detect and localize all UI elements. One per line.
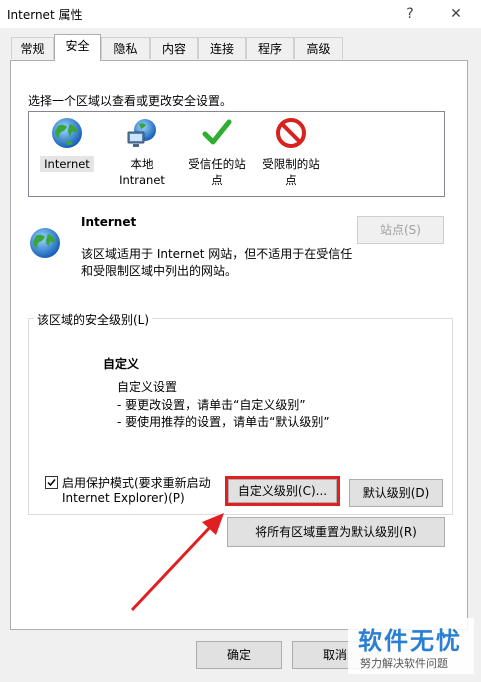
zone-description-line1: 该区域适用于 Internet 网站，但不适用于在受信任 — [81, 247, 353, 261]
local-intranet-icon — [127, 119, 156, 147]
zone-info-icon — [28, 226, 62, 263]
restricted-icon — [276, 118, 306, 148]
tab-general[interactable]: 常规 — [11, 37, 54, 59]
protected-mode-label-2[interactable]: Internet Explorer)(P) — [62, 491, 185, 505]
zone-local-intranet[interactable]: 本地 Intranet — [114, 116, 170, 188]
tab-content[interactable]: 内容 — [150, 37, 198, 59]
security-level-detail-1: 自定义设置 — [117, 380, 178, 394]
security-level-name: 自定义 — [103, 357, 140, 371]
close-button[interactable]: ✕ — [438, 3, 474, 25]
protected-mode-label-1[interactable]: 启用保护模式(要求重新启动 — [62, 474, 211, 491]
zone-local-intranet-label: 本地 Intranet — [119, 157, 165, 187]
tab-connections[interactable]: 连接 — [198, 37, 246, 59]
custom-level-button[interactable]: 自定义级别(C)... — [228, 479, 337, 503]
zone-internet[interactable]: Internet — [40, 116, 94, 172]
tab-advanced[interactable]: 高级 — [294, 37, 343, 59]
sites-button[interactable]: 站点(S) — [357, 216, 444, 244]
zone-prompt: 选择一个区域以查看或更改安全设置。 — [28, 94, 233, 108]
security-level-detail-2: - 要更改设置，请单击“自定义级别” — [117, 398, 306, 412]
watermark: 软件无忧 努力解决软件问题 — [348, 618, 474, 674]
globe-icon — [30, 228, 60, 258]
globe-icon — [52, 118, 82, 148]
tab-security[interactable]: 安全 — [54, 34, 101, 61]
zone-name: Internet — [81, 215, 137, 229]
trusted-check-icon — [202, 119, 232, 145]
protected-mode-checkbox[interactable] — [45, 476, 58, 489]
security-level-group-label: 该区域的安全级别(L) — [34, 311, 153, 328]
zone-restricted-sites-label: 受限制的站 点 — [262, 157, 320, 187]
close-icon: ✕ — [450, 6, 462, 22]
ok-button[interactable]: 确定 — [196, 641, 282, 669]
zone-restricted-sites[interactable]: 受限制的站 点 — [258, 116, 324, 188]
window-title: Internet 属性 — [7, 8, 83, 22]
tab-privacy[interactable]: 隐私 — [101, 37, 150, 59]
tab-programs[interactable]: 程序 — [246, 37, 294, 59]
default-level-button[interactable]: 默认级别(D) — [349, 479, 443, 507]
security-level-detail-3: - 要使用推荐的设置，请单击“默认级别” — [117, 415, 330, 429]
watermark-brand: 软件无忧 — [358, 627, 462, 655]
reset-all-zones-button[interactable]: 将所有区域重置为默认级别(R) — [227, 517, 445, 547]
annotation-arrow — [130, 513, 224, 612]
watermark-tagline: 努力解决软件问题 — [360, 657, 448, 670]
zone-description-line2: 和受限制区域中列出的网站。 — [81, 264, 238, 278]
zone-internet-label: Internet — [40, 156, 94, 172]
zone-trusted-sites-label: 受信任的站 点 — [188, 157, 246, 187]
checkmark-icon — [47, 479, 56, 487]
zone-trusted-sites[interactable]: 受信任的站 点 — [184, 116, 250, 188]
help-button[interactable]: ? — [392, 3, 428, 25]
